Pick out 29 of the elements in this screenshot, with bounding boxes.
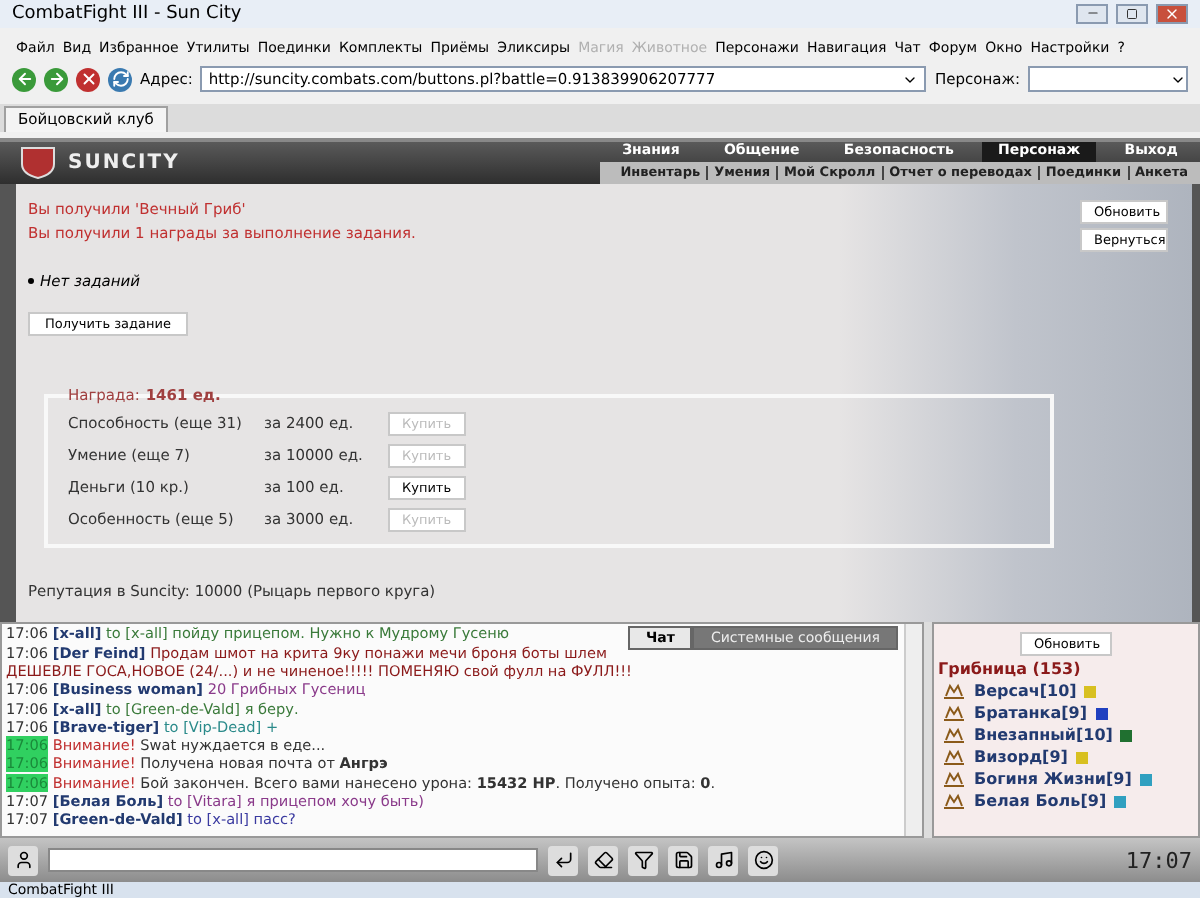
back-icon[interactable] — [12, 67, 36, 92]
close-button[interactable] — [1156, 3, 1188, 24]
room-title: Грибница (153) — [938, 660, 1083, 679]
user-name[interactable]: Богиня Жизни[9] — [974, 770, 1132, 789]
user-name[interactable]: Внезапный[10] — [974, 726, 1113, 745]
forward-icon[interactable] — [44, 67, 68, 92]
scrollbar[interactable] — [904, 624, 922, 837]
crest-icon — [16, 144, 60, 181]
filter-icon[interactable] — [628, 845, 658, 876]
smile-icon[interactable] — [748, 845, 778, 876]
user-name[interactable]: Белая Боль[9] — [974, 792, 1107, 811]
enter-icon[interactable] — [548, 845, 578, 876]
window-title: CombatFight III - Sun City — [12, 3, 242, 24]
eraser-icon[interactable] — [588, 845, 618, 876]
character-field[interactable] — [1028, 66, 1188, 93]
bullet-icon — [28, 277, 34, 284]
site-logo: SUNCITY — [68, 151, 180, 174]
user-name[interactable]: Версач[10] — [974, 682, 1077, 701]
music-icon[interactable] — [708, 845, 738, 876]
refresh-icon[interactable] — [108, 67, 132, 92]
chat-input[interactable] — [48, 848, 538, 873]
stop-icon[interactable] — [76, 67, 100, 92]
clock: 17:07 — [1125, 847, 1192, 874]
user-name[interactable]: Визорд[9] — [974, 748, 1068, 767]
maximize-button[interactable] — [1116, 3, 1148, 24]
maximize-icon — [1126, 7, 1138, 20]
close-icon — [1164, 5, 1180, 22]
user-name[interactable]: Братанка[9] — [974, 704, 1087, 723]
save-icon[interactable] — [668, 845, 698, 876]
